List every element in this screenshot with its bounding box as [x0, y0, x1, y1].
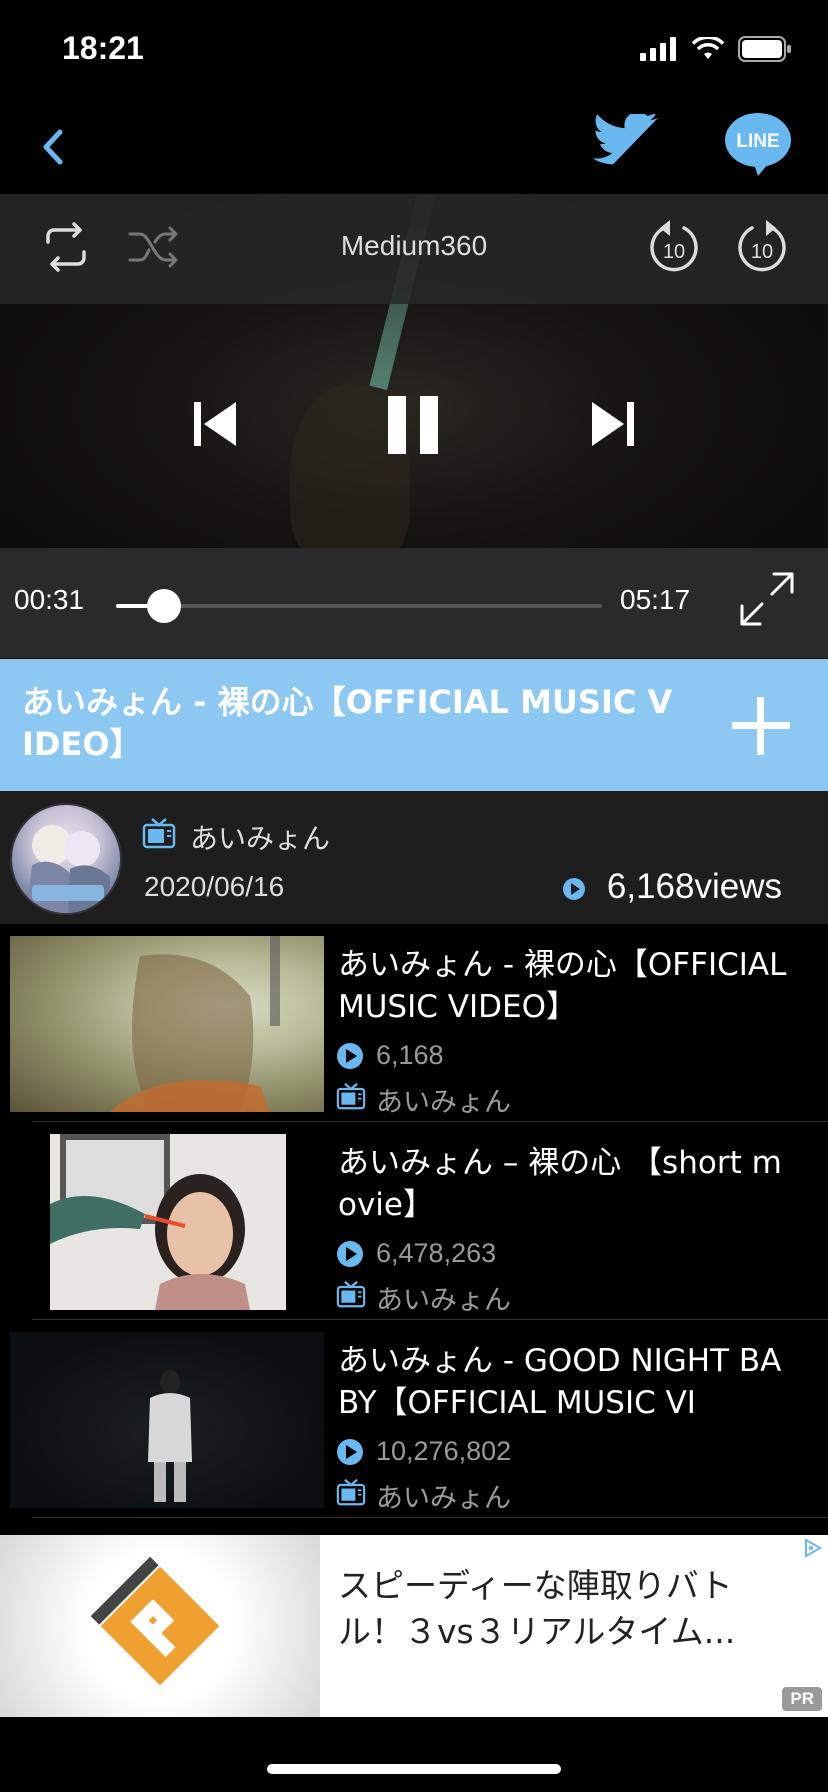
related-channel: あいみょん [376, 1285, 511, 1316]
channel-tv-icon [336, 1082, 366, 1110]
divider [32, 1517, 828, 1518]
ad-text[interactable]: スピーディーな陣取りバトル！３vs３リアルタイム... [338, 1563, 778, 1655]
ad-banner[interactable]: スピーディーな陣取りバトル！３vs３リアルタイム... PR [0, 1535, 828, 1717]
thumbnail-art [148, 1370, 192, 1502]
channel-tv-icon [336, 1280, 366, 1308]
current-time: 00:31 [14, 584, 85, 615]
status-icons [640, 36, 792, 62]
list-item[interactable]: あいみょん - GOOD NIGHT BABY【OFFICIAL MUSIC V… [0, 1320, 828, 1518]
pause-icon[interactable] [388, 396, 440, 454]
back-chevron-icon[interactable] [30, 122, 80, 172]
twitter-share-icon[interactable] [592, 114, 658, 174]
avatar-illustration [26, 825, 110, 913]
duration-time: 05:17 [620, 584, 691, 615]
view-count: 6,168views [606, 867, 782, 906]
status-time: 18:21 [62, 30, 144, 66]
related-title: あいみょん – 裸の心 【short movie】 [338, 1145, 782, 1223]
related-channel: あいみょん [376, 1087, 511, 1118]
thumbnail-art [50, 1134, 286, 1310]
line-share-icon[interactable]: LINE [724, 112, 792, 178]
video-thumbnail[interactable] [10, 1332, 324, 1508]
views-play-icon [337, 1241, 363, 1267]
thumbnail-art [110, 936, 280, 1112]
quality-label[interactable]: Medium360 [0, 230, 828, 262]
channel-tv-icon [142, 818, 176, 849]
views-play-icon [563, 878, 585, 900]
skip-back-label: 10 [663, 241, 685, 263]
video-thumbnail[interactable] [10, 936, 324, 1112]
related-views: 6,478,263 [376, 1238, 497, 1268]
video-player[interactable]: Medium360 10 10 00:31 05:17 [0, 194, 828, 658]
related-views: 6,168 [376, 1040, 444, 1070]
video-title-bar: あいみょん - 裸の心【OFFICIAL MUSIC VIDEO】 [0, 659, 828, 791]
video-title: あいみょん - 裸の心【OFFICIAL MUSIC VIDEO】 [22, 683, 673, 763]
related-views: 10,276,802 [376, 1436, 512, 1466]
ad-image[interactable] [0, 1535, 320, 1717]
video-thumbnail[interactable] [50, 1134, 286, 1310]
upload-date: 2020/06/16 [144, 871, 285, 902]
views-play-icon [337, 1043, 363, 1069]
previous-track-icon[interactable] [192, 400, 238, 448]
list-item[interactable]: あいみょん – 裸の心 【short movie】 6,478,263 あいみょ… [0, 1122, 828, 1320]
home-indicator[interactable] [267, 1764, 561, 1774]
line-label: LINE [736, 131, 779, 152]
skip-forward-10-icon[interactable]: 10 [734, 218, 790, 276]
status-bar: 18:21 [0, 0, 828, 100]
views-play-icon [337, 1439, 363, 1465]
channel-info: あいみょん 2020/06/16 6,168views [0, 791, 828, 924]
skip-forward-label: 10 [751, 241, 773, 263]
channel-tv-icon [336, 1478, 366, 1506]
nav-bar: LINE [0, 100, 828, 194]
ad-pr-badge: PR [782, 1687, 822, 1711]
channel-avatar[interactable] [10, 803, 122, 915]
add-to-playlist-icon[interactable] [726, 691, 796, 761]
battery-icon [738, 36, 791, 62]
fullscreen-icon[interactable] [738, 570, 796, 628]
related-title: あいみょん - 裸の心【OFFICIAL MUSIC VIDEO】 [338, 947, 787, 1025]
ad-choices-icon[interactable] [802, 1537, 824, 1559]
related-channel: あいみょん [376, 1483, 511, 1514]
related-title: あいみょん - GOOD NIGHT BABY【OFFICIAL MUSIC V… [338, 1343, 782, 1421]
player-bottom-controls: 00:31 05:17 [0, 548, 828, 658]
list-item[interactable]: あいみょん - 裸の心【OFFICIAL MUSIC VIDEO】 6,168 … [0, 924, 828, 1122]
player-top-controls: Medium360 10 10 [0, 194, 828, 304]
seek-bar[interactable] [116, 589, 602, 623]
cellular-signal-icon [640, 37, 676, 61]
skip-back-10-icon[interactable]: 10 [646, 218, 702, 276]
seek-thumb[interactable] [146, 589, 181, 623]
channel-name[interactable]: あいみょん [190, 817, 330, 857]
wifi-icon [692, 37, 724, 59]
next-track-icon[interactable] [590, 400, 636, 448]
ad-logo [90, 1556, 220, 1686]
